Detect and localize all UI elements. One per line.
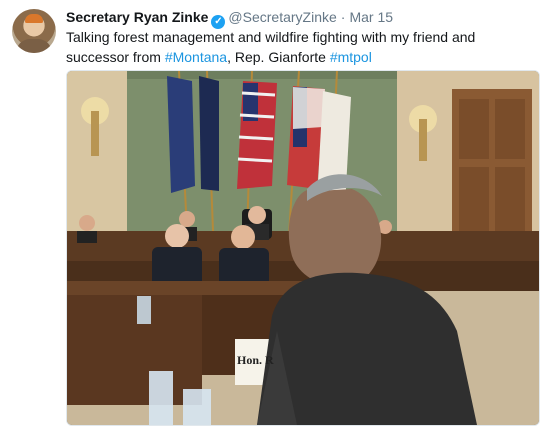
hashtag-mtpol[interactable]: #mtpol: [330, 49, 372, 65]
author-avatar[interactable]: [12, 9, 56, 53]
hearing-room-photo: [67, 71, 539, 425]
tweet-header: Secretary Ryan Zinke ✓ @SecretaryZinke · Mar…: [66, 8, 540, 29]
tweet-text: Talking forest management and wildfire f…: [66, 27, 526, 67]
tweet-text-part2: , Rep. Gianforte: [227, 49, 330, 65]
author-name[interactable]: Secretary Ryan Zinke: [66, 9, 208, 25]
separator-dot: ·: [340, 9, 346, 25]
nameplate-text: Hon. R: [237, 353, 274, 367]
tweet-date[interactable]: Mar 15: [349, 9, 393, 25]
author-handle[interactable]: @SecretaryZinke: [228, 9, 336, 25]
hashtag-montana[interactable]: #Montana: [165, 49, 227, 65]
avatar-hat: [25, 14, 43, 23]
tweet-photo[interactable]: Hon. R: [66, 70, 540, 426]
avatar-shirt: [16, 39, 52, 53]
